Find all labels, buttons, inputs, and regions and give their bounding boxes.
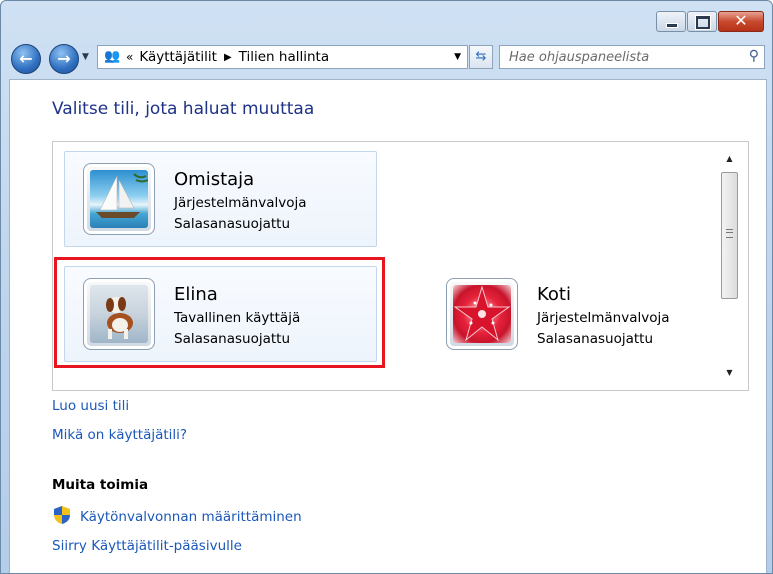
- double-chevron-icon[interactable]: «: [126, 50, 133, 64]
- page-title: Valitse tili, jota haluat muuttaa: [52, 99, 315, 119]
- account-name: Elina: [174, 284, 218, 305]
- minimize-icon: [666, 23, 678, 28]
- control-panel-window: ✕ ← → ▼ 👥 « Käyttäjätilit ▶ Tilien halli…: [0, 0, 773, 574]
- account-type: Järjestelmänvalvoja: [174, 195, 307, 211]
- caption-buttons: ✕: [655, 11, 764, 32]
- account-tile-koti[interactable]: Koti Järjestelmänvalvoja Salasanasuojatt…: [427, 266, 740, 362]
- avatar: [446, 278, 518, 350]
- forward-button[interactable]: →: [49, 44, 79, 74]
- account-name: Omistaja: [174, 169, 255, 190]
- arrow-left-icon: ←: [19, 49, 33, 68]
- uac-settings-link[interactable]: Käytönvalvonnan määrittäminen: [80, 509, 302, 525]
- minimize-button[interactable]: [656, 11, 686, 32]
- dog-picture: [90, 285, 148, 343]
- password-status: Salasanasuojattu: [174, 331, 291, 347]
- account-tile-omistaja[interactable]: Omistaja Järjestelmänvalvoja Salasanasuo…: [64, 151, 377, 247]
- avatar: [83, 163, 155, 235]
- account-type: Tavallinen käyttäjä: [174, 310, 301, 326]
- accounts-list: Omistaja Järjestelmänvalvoja Salasanasuo…: [52, 141, 749, 391]
- accounts-scrollbar[interactable]: ▲ ▼: [721, 152, 738, 380]
- main-content: Valitse tili, jota haluat muuttaa Omista…: [9, 79, 767, 573]
- scroll-thumb[interactable]: [721, 172, 738, 299]
- scroll-down-icon[interactable]: ▼: [721, 366, 738, 380]
- breadcrumb-item-user-accounts[interactable]: Käyttäjätilit: [139, 49, 217, 65]
- account-type: Järjestelmänvalvoja: [537, 310, 670, 326]
- what-is-account-link[interactable]: Mikä on käyttäjätili?: [52, 427, 187, 443]
- search-box[interactable]: ⚲: [499, 45, 765, 69]
- account-tile-elina[interactable]: Elina Tavallinen käyttäjä Salasanasuojat…: [54, 257, 385, 368]
- search-input[interactable]: [500, 47, 739, 68]
- breadcrumb-separator-icon[interactable]: ▶: [224, 52, 232, 63]
- maximize-icon: [695, 15, 711, 30]
- red-starfish-picture: [453, 285, 511, 343]
- refresh-icon: ⇆: [475, 49, 487, 64]
- address-dropdown-icon[interactable]: ▼: [454, 52, 461, 62]
- address-bar[interactable]: 👥 « Käyttäjätilit ▶ Tilien hallinta ▼: [97, 45, 468, 69]
- user-accounts-icon: 👥: [104, 49, 121, 64]
- chevron-down-icon: ▼: [82, 52, 89, 62]
- arrow-right-icon: →: [57, 49, 71, 68]
- close-button[interactable]: ✕: [718, 11, 764, 32]
- sailboat-picture: [90, 170, 148, 228]
- user-accounts-main-link[interactable]: Siirry Käyttäjätilit-pääsivulle: [52, 538, 242, 554]
- scroll-up-icon[interactable]: ▲: [721, 152, 738, 166]
- create-account-link[interactable]: Luo uusi tili: [52, 398, 129, 414]
- back-button[interactable]: ←: [11, 44, 41, 74]
- navigation-bar: ← → ▼ 👥 « Käyttäjätilit ▶ Tilien hallint…: [11, 41, 766, 75]
- account-name: Koti: [537, 284, 571, 305]
- refresh-button[interactable]: ⇆: [469, 45, 493, 69]
- maximize-button[interactable]: [687, 11, 717, 32]
- recent-pages-dropdown[interactable]: ▼: [82, 52, 89, 62]
- grip-icon: [726, 229, 733, 238]
- uac-shield-icon: [54, 506, 70, 524]
- search-icon[interactable]: ⚲: [749, 48, 759, 64]
- close-icon: ✕: [734, 11, 748, 30]
- password-status: Salasanasuojattu: [174, 216, 291, 232]
- other-actions-heading: Muita toimia: [52, 477, 149, 493]
- avatar: [83, 278, 155, 350]
- password-status: Salasanasuojattu: [537, 331, 654, 347]
- breadcrumb-item-manage-accounts[interactable]: Tilien hallinta: [239, 49, 329, 65]
